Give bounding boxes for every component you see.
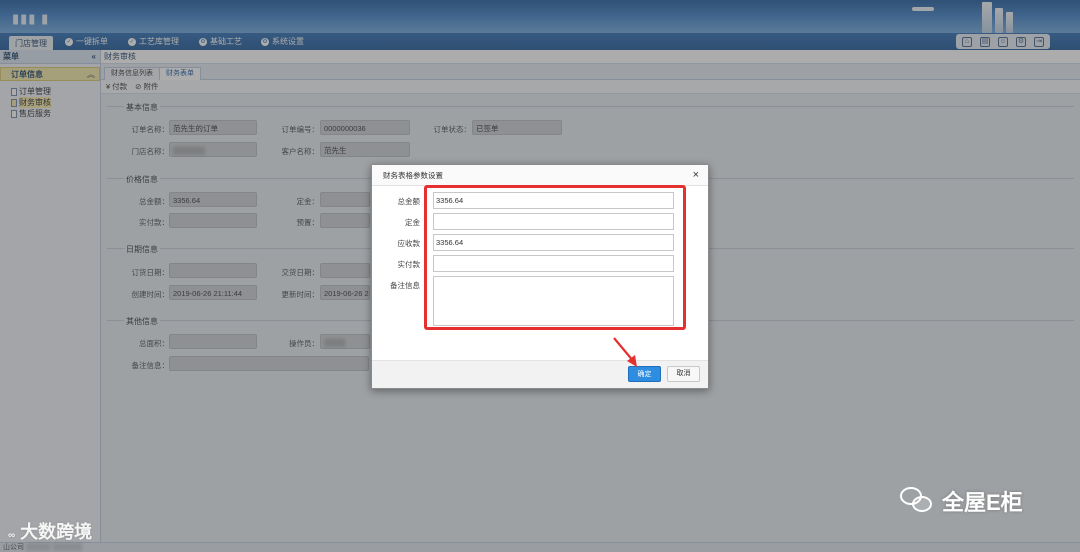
cancel-button[interactable]: 取消: [667, 366, 700, 382]
watermark-logo-icon: ∞: [8, 530, 16, 541]
remark-label: 备注信息: [390, 281, 420, 290]
highlight-box: [424, 185, 686, 330]
watermark-left: ∞ 大数跨境: [8, 522, 93, 542]
dialog-title: 财务表格参数设置: [372, 165, 708, 186]
annotation-arrow-icon: [613, 337, 637, 367]
paid-amount-label: 实付款: [397, 260, 421, 269]
deposit-label: 定金: [405, 218, 420, 227]
close-icon[interactable]: ×: [693, 170, 699, 181]
wechat-icon: [900, 487, 934, 515]
watermark-right: 全屋E柜: [900, 485, 1023, 517]
total-amount-label: 总金额: [397, 197, 421, 206]
receivable-label: 应收款: [397, 239, 421, 248]
